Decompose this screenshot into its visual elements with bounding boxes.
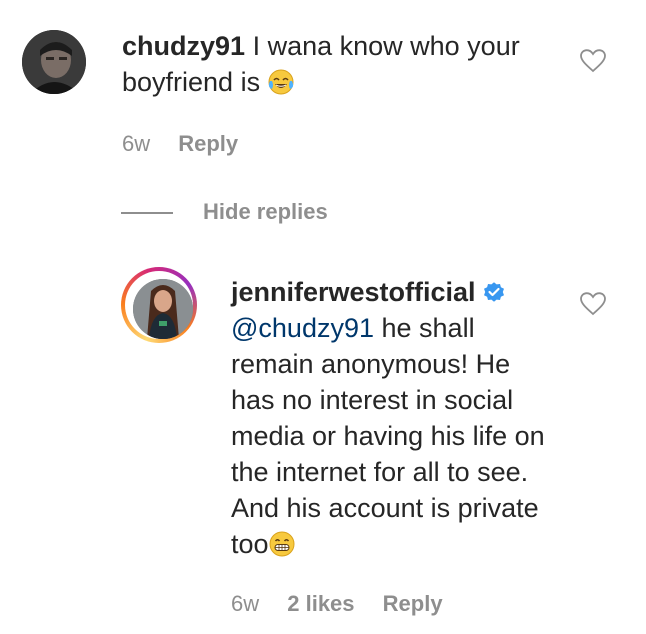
reply-mention[interactable]: @chudzy91 (231, 313, 374, 343)
avatar-chudzy91[interactable] (22, 30, 86, 94)
reply-text: he shall remain anonymous! He has no int… (231, 313, 545, 559)
hide-replies-button[interactable]: Hide replies (203, 198, 328, 226)
comment-username[interactable]: chudzy91 (122, 31, 245, 61)
reply-likes-button[interactable]: 2 likes (287, 591, 354, 616)
verified-badge-icon (483, 282, 504, 302)
reply-time: 6w (231, 591, 260, 616)
reply-username[interactable]: jenniferwestofficial (231, 277, 476, 307)
replies-divider-line (121, 212, 173, 214)
heart-outline-icon[interactable] (580, 292, 606, 316)
reply-button[interactable]: Reply (178, 131, 238, 156)
avatar-story-ring[interactable] (121, 267, 197, 343)
avatar-photo (22, 30, 86, 94)
comment-time: 6w (122, 131, 151, 156)
comment-body: chudzy91 I wana know who your boyfriend … (122, 28, 562, 100)
face-with-tears-of-joy-icon (268, 69, 294, 95)
reply-button[interactable]: Reply (383, 591, 443, 616)
grinning-face-with-smiling-eyes-icon (269, 531, 295, 557)
reply-body: jenniferwestofficial @chudzy91 he shall … (231, 274, 551, 562)
reply-meta: 6w 2 likes Reply (231, 590, 465, 618)
heart-outline-icon[interactable] (580, 49, 606, 73)
avatar-photo (133, 279, 193, 339)
comment-meta: 6w Reply (122, 130, 260, 158)
avatar-jenniferwestofficial (133, 279, 193, 339)
